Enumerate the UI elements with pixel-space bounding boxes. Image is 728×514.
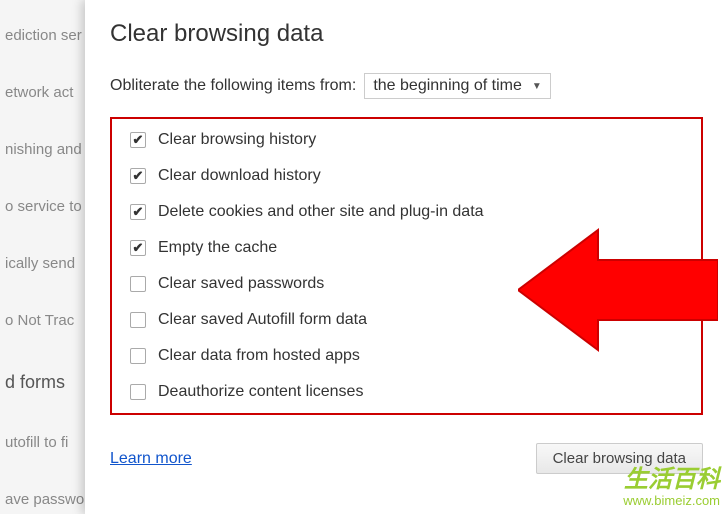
- checkbox-icon[interactable]: [130, 168, 146, 184]
- dialog-title: Clear browsing data: [110, 20, 703, 48]
- checkbox-list-highlighted: Clear browsing history Clear download hi…: [110, 117, 703, 415]
- checkbox-row-download-history[interactable]: Clear download history: [130, 167, 683, 185]
- checkbox-row-autofill[interactable]: Clear saved Autofill form data: [130, 311, 683, 329]
- checkbox-row-cache[interactable]: Empty the cache: [130, 239, 683, 257]
- watermark-text: 生活百科: [623, 467, 720, 493]
- chevron-down-icon: ▼: [532, 81, 542, 92]
- checkbox-icon[interactable]: [130, 384, 146, 400]
- time-range-row: Obliterate the following items from: the…: [110, 73, 703, 99]
- checkbox-icon[interactable]: [130, 204, 146, 220]
- checkbox-label: Clear saved passwords: [158, 275, 324, 293]
- watermark-url: www.bimeiz.com: [623, 494, 720, 508]
- time-range-value: the beginning of time: [373, 77, 522, 95]
- checkbox-icon[interactable]: [130, 132, 146, 148]
- checkbox-row-passwords[interactable]: Clear saved passwords: [130, 275, 683, 293]
- time-range-select[interactable]: the beginning of time ▼: [364, 73, 550, 99]
- checkbox-row-content-licenses[interactable]: Deauthorize content licenses: [130, 383, 683, 401]
- dialog-footer: Learn more Clear browsing data: [110, 443, 703, 474]
- checkbox-label: Clear saved Autofill form data: [158, 311, 367, 329]
- checkbox-label: Clear browsing history: [158, 131, 316, 149]
- checkbox-row-hosted-apps[interactable]: Clear data from hosted apps: [130, 347, 683, 365]
- checkbox-label: Delete cookies and other site and plug-i…: [158, 203, 484, 221]
- checkbox-row-cookies[interactable]: Delete cookies and other site and plug-i…: [130, 203, 683, 221]
- watermark: 生活百科 www.bimeiz.com: [623, 467, 720, 508]
- checkbox-icon[interactable]: [130, 312, 146, 328]
- clear-browsing-data-dialog: Clear browsing data Obliterate the follo…: [85, 0, 728, 514]
- learn-more-link[interactable]: Learn more: [110, 450, 192, 468]
- checkbox-label: Clear data from hosted apps: [158, 347, 360, 365]
- checkbox-row-browsing-history[interactable]: Clear browsing history: [130, 131, 683, 149]
- time-range-label: Obliterate the following items from:: [110, 77, 356, 95]
- checkbox-icon[interactable]: [130, 348, 146, 364]
- checkbox-icon[interactable]: [130, 276, 146, 292]
- checkbox-icon[interactable]: [130, 240, 146, 256]
- checkbox-label: Clear download history: [158, 167, 321, 185]
- checkbox-label: Deauthorize content licenses: [158, 383, 363, 401]
- checkbox-label: Empty the cache: [158, 239, 277, 257]
